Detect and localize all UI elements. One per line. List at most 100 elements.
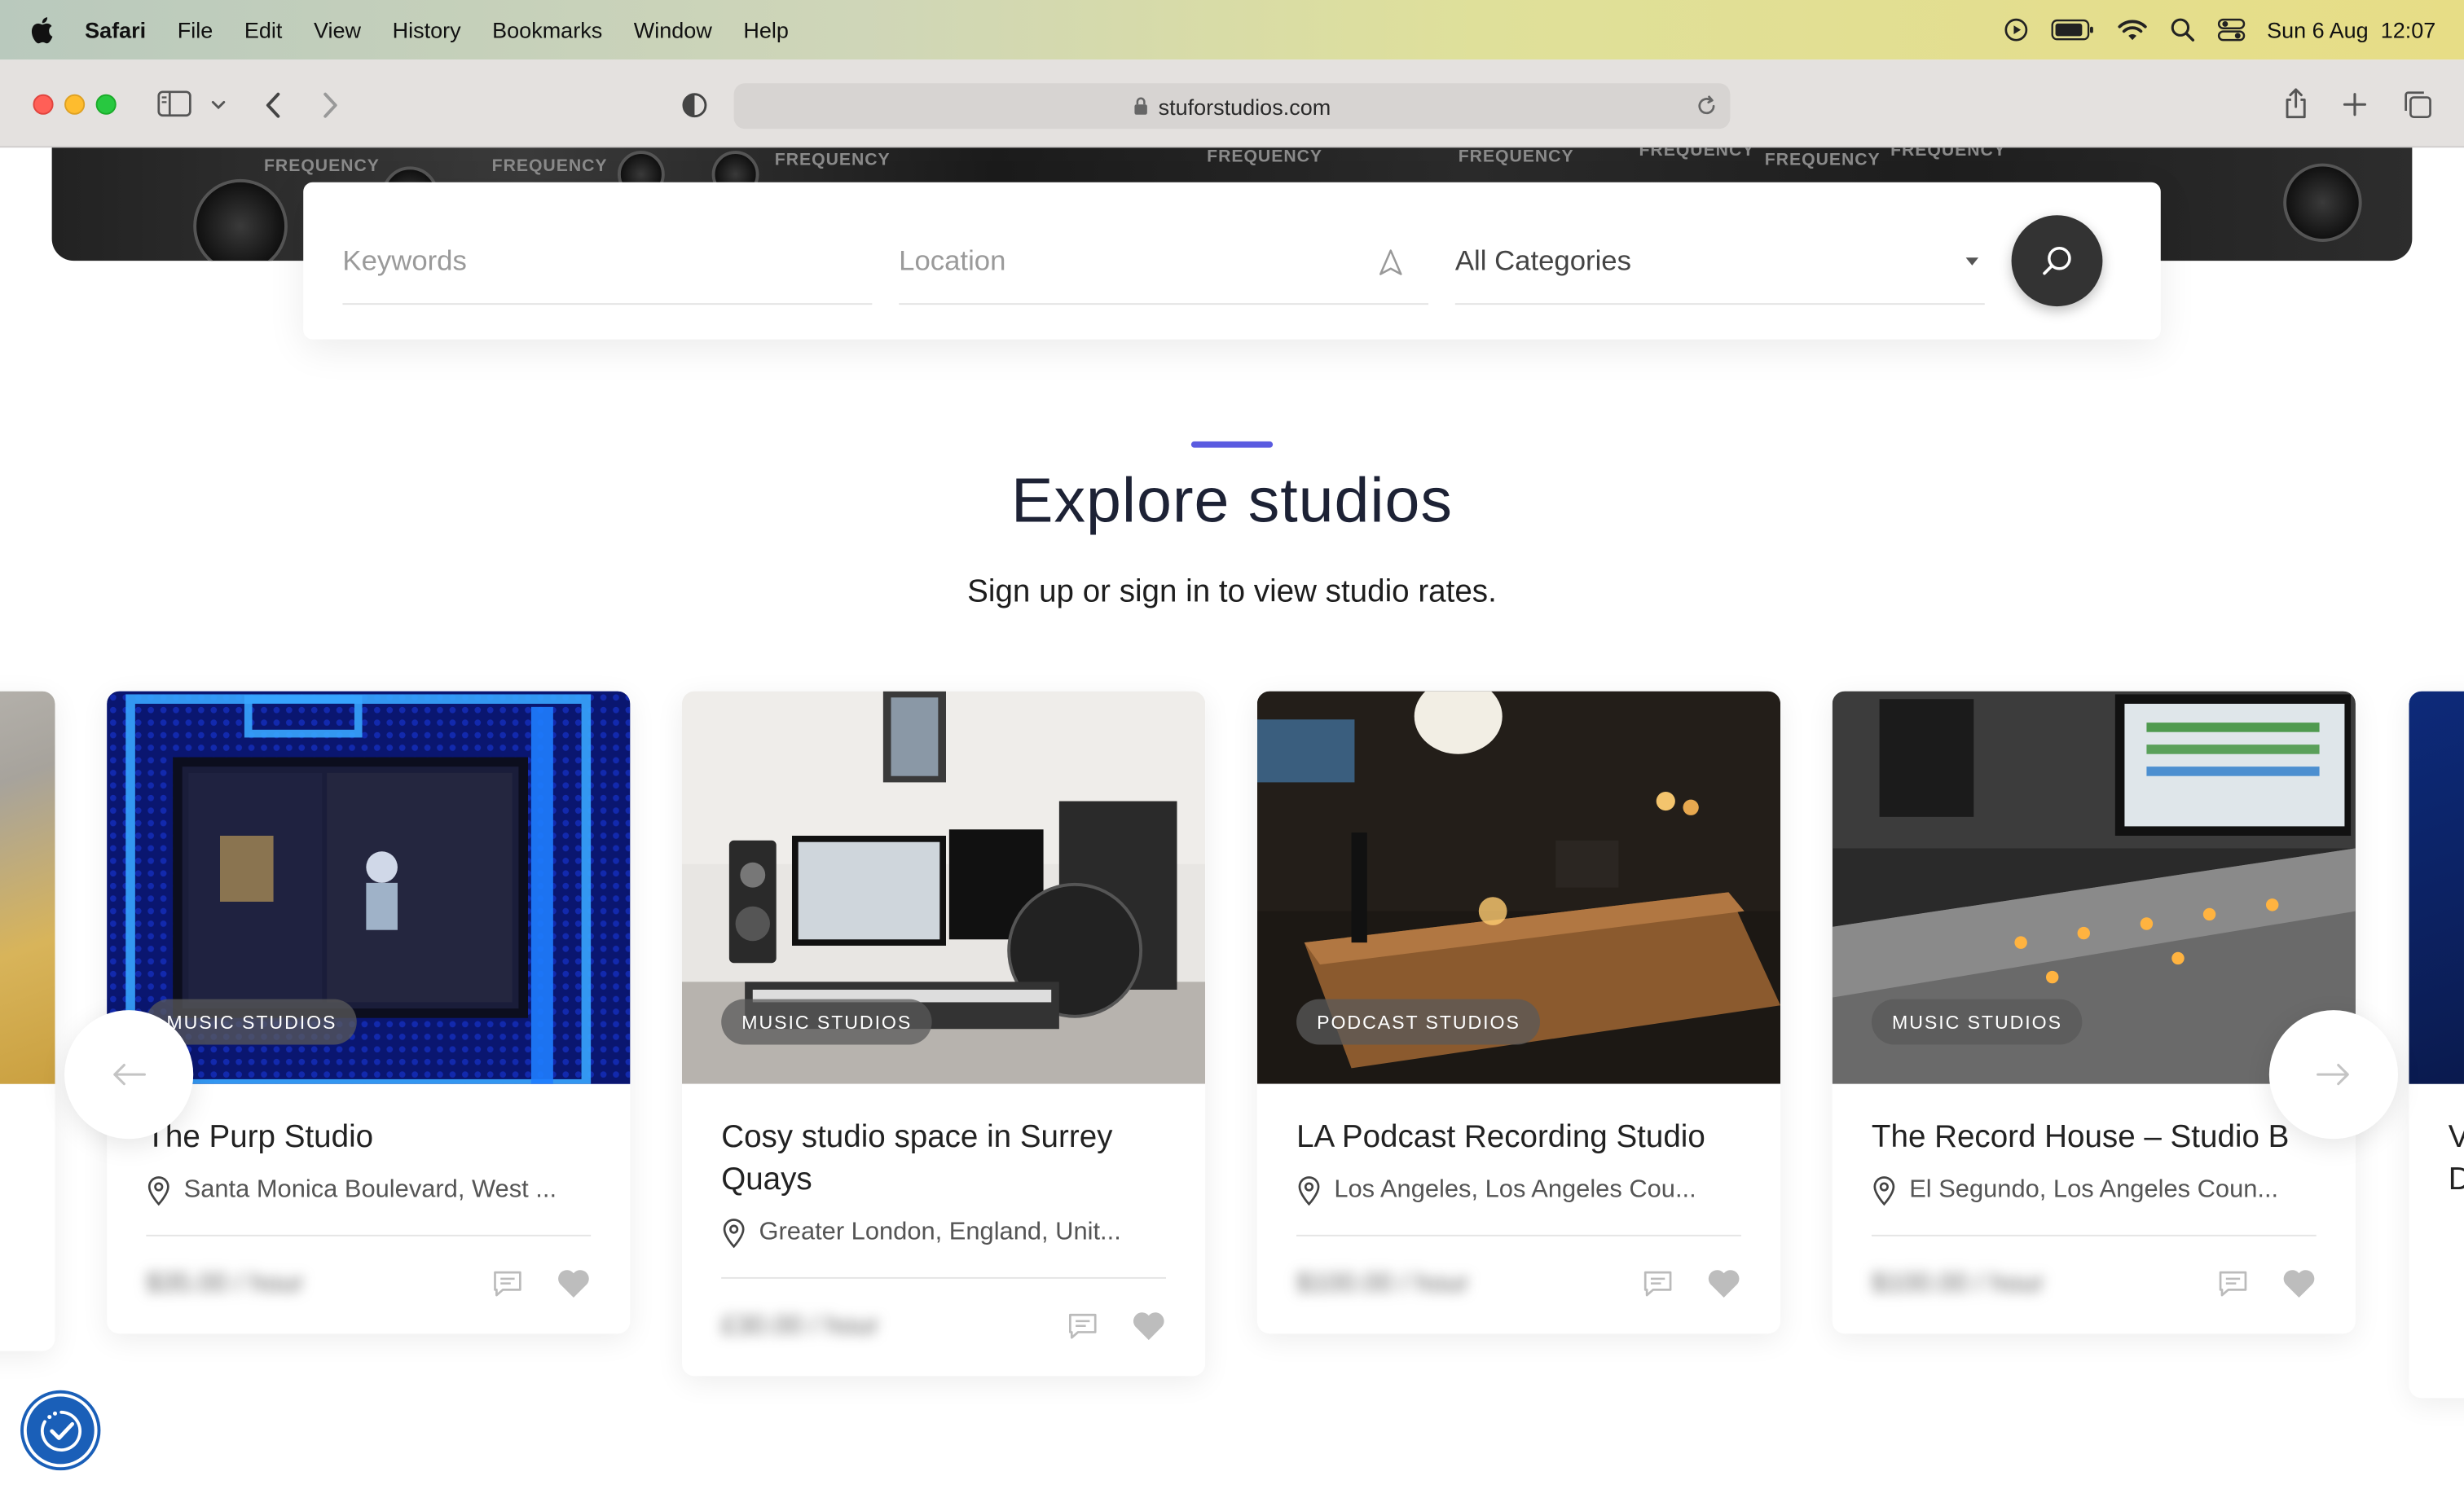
category-badge: MUSIC STUDIOS bbox=[1871, 999, 2083, 1045]
menu-file[interactable]: File bbox=[178, 17, 213, 42]
studio-photo: PODCAST STUDIOS bbox=[1256, 691, 1781, 1084]
studio-photo: MUSIC STUDIOS bbox=[681, 691, 1206, 1084]
studio-price: £30.00 / hour bbox=[721, 1310, 879, 1341]
studio-location-text: Santa Monica Boulevard, West ... bbox=[183, 1176, 557, 1204]
studio-location-text: Los Angeles, Los Angeles Cou... bbox=[1334, 1176, 1696, 1204]
search-button[interactable] bbox=[2011, 215, 2103, 307]
share-icon[interactable] bbox=[2281, 86, 2310, 121]
studio-location-text: Greater London, England, Unit... bbox=[759, 1219, 1121, 1246]
new-tab-icon[interactable] bbox=[2342, 91, 2369, 118]
message-icon[interactable] bbox=[1642, 1267, 1674, 1299]
hero-label: FREQUENCY bbox=[1639, 147, 1755, 160]
menu-window[interactable]: Window bbox=[634, 17, 712, 42]
location-field[interactable] bbox=[899, 220, 1429, 305]
studio-card[interactable]: MUSIC STUDIOS The Purp Studio Santa Moni… bbox=[107, 691, 631, 1334]
address-bar[interactable]: stuforstudios.com bbox=[733, 83, 1731, 130]
map-pin-icon bbox=[1873, 1176, 1895, 1206]
control-center-icon[interactable] bbox=[2216, 17, 2245, 42]
hero-label: FREQUENCY bbox=[1458, 147, 1574, 167]
location-input[interactable] bbox=[899, 244, 1429, 279]
section-accent-bar bbox=[1190, 441, 1274, 448]
studio-photo bbox=[0, 691, 55, 1084]
studio-location: Greater London, England, Unit... bbox=[682, 1201, 1205, 1249]
accessibility-icon bbox=[39, 1409, 81, 1451]
studio-card-partial[interactable]: V D bbox=[2409, 691, 2464, 1399]
message-icon[interactable] bbox=[492, 1267, 524, 1299]
sidebar-toggle-icon[interactable] bbox=[157, 90, 191, 118]
window-close-button[interactable] bbox=[33, 94, 54, 115]
hero-label: FREQUENCY bbox=[774, 151, 891, 170]
studio-card[interactable]: PODCAST STUDIOS LA Podcast Recording Stu… bbox=[1256, 691, 1781, 1334]
forward-icon[interactable] bbox=[319, 90, 341, 121]
studio-title[interactable]: Cosy studio space in Surrey Quays bbox=[682, 1084, 1205, 1202]
hero-label: FREQUENCY bbox=[491, 156, 608, 176]
keywords-field[interactable] bbox=[342, 220, 873, 305]
spotlight-search-icon[interactable] bbox=[2170, 17, 2195, 42]
hero-label: FREQUENCY bbox=[1207, 147, 1323, 167]
privacy-shield-icon[interactable] bbox=[680, 91, 709, 120]
studio-card[interactable]: MUSIC STUDIOS The Record House – Studio … bbox=[1832, 691, 2356, 1334]
studio-location-text: El Segundo, Los Angeles Coun... bbox=[1909, 1176, 2279, 1204]
menu-edit[interactable]: Edit bbox=[244, 17, 283, 42]
studio-photo: MUSIC STUDIOS bbox=[107, 691, 631, 1084]
arrow-left-icon bbox=[113, 1064, 146, 1086]
studio-title[interactable]: LA Podcast Recording Studio bbox=[1257, 1084, 1780, 1160]
heart-icon[interactable] bbox=[1706, 1267, 1740, 1299]
menu-bar-clock[interactable]: Sun 6 Aug 12:07 bbox=[2267, 17, 2435, 42]
macos-menu-bar: Safari File Edit View History Bookmarks … bbox=[0, 0, 2464, 60]
message-icon[interactable] bbox=[2217, 1267, 2249, 1299]
window-minimize-button[interactable] bbox=[64, 94, 86, 115]
heart-icon[interactable] bbox=[557, 1267, 591, 1299]
section-title: Explore studios bbox=[1011, 466, 1453, 536]
locate-me-icon[interactable] bbox=[1378, 248, 1403, 277]
card-footer: $100.00 / hour bbox=[1833, 1236, 2356, 1334]
category-select[interactable]: All Categories bbox=[1454, 220, 1985, 305]
heart-icon[interactable] bbox=[1132, 1310, 1166, 1342]
map-pin-icon bbox=[1298, 1176, 1320, 1206]
search-icon bbox=[2043, 246, 2071, 275]
studio-price: $100.00 / hour bbox=[1296, 1267, 1469, 1298]
window-zoom-button[interactable] bbox=[95, 94, 117, 115]
tab-overview-icon[interactable] bbox=[2403, 90, 2433, 120]
hero-label: FREQUENCY bbox=[263, 156, 380, 176]
card-footer: $100.00 / hour bbox=[1257, 1236, 1780, 1334]
studio-price: $35.00 / hour bbox=[146, 1267, 304, 1298]
keywords-input[interactable] bbox=[342, 244, 873, 279]
studio-location: Los Angeles, Los Angeles Cou... bbox=[1257, 1159, 1780, 1206]
category-badge: MUSIC STUDIOS bbox=[721, 999, 933, 1045]
menu-safari[interactable]: Safari bbox=[85, 17, 146, 42]
category-select-value: All Categories bbox=[1454, 244, 1631, 277]
category-badge: PODCAST STUDIOS bbox=[1296, 999, 1541, 1045]
card-footer: £30.00 / hour bbox=[682, 1279, 1205, 1377]
menu-help[interactable]: Help bbox=[743, 17, 789, 42]
hero-knob bbox=[2283, 163, 2362, 242]
play-circle-icon[interactable] bbox=[2003, 17, 2028, 42]
browser-toolbar: stuforstudios.com bbox=[0, 59, 2464, 148]
wifi-icon[interactable] bbox=[2116, 18, 2148, 42]
map-pin-icon bbox=[723, 1219, 745, 1249]
studio-location: Santa Monica Boulevard, West ... bbox=[107, 1159, 630, 1206]
apple-logo-icon[interactable] bbox=[29, 15, 54, 44]
studio-card[interactable]: MUSIC STUDIOS Cosy studio space in Surre… bbox=[681, 691, 1206, 1377]
card-footer: $35.00 / hour bbox=[107, 1236, 630, 1334]
carousel-prev-button[interactable] bbox=[64, 1010, 194, 1140]
heart-icon[interactable] bbox=[2281, 1267, 2316, 1299]
arrow-right-icon bbox=[2317, 1064, 2349, 1086]
menu-view[interactable]: View bbox=[314, 17, 361, 42]
studio-price: $100.00 / hour bbox=[1871, 1267, 2044, 1298]
message-icon[interactable] bbox=[1067, 1310, 1098, 1342]
web-page: FREQUENCY FREQUENCY FREQUENCY FREQUENCY … bbox=[0, 147, 2464, 1489]
lock-icon bbox=[1134, 97, 1148, 115]
menu-history[interactable]: History bbox=[393, 17, 461, 42]
back-icon[interactable] bbox=[262, 90, 284, 121]
menu-bookmarks[interactable]: Bookmarks bbox=[492, 17, 602, 42]
hero-label: FREQUENCY bbox=[1764, 151, 1881, 170]
carousel-next-button[interactable] bbox=[2268, 1010, 2398, 1140]
studio-card-partial[interactable] bbox=[0, 691, 55, 1351]
map-pin-icon bbox=[147, 1176, 169, 1206]
battery-icon[interactable] bbox=[2050, 19, 2094, 41]
reload-icon[interactable] bbox=[1696, 94, 1718, 118]
chevron-down-icon[interactable] bbox=[210, 99, 226, 111]
accessibility-button[interactable] bbox=[23, 1393, 98, 1468]
studio-title[interactable]: V D bbox=[2409, 1084, 2464, 1202]
